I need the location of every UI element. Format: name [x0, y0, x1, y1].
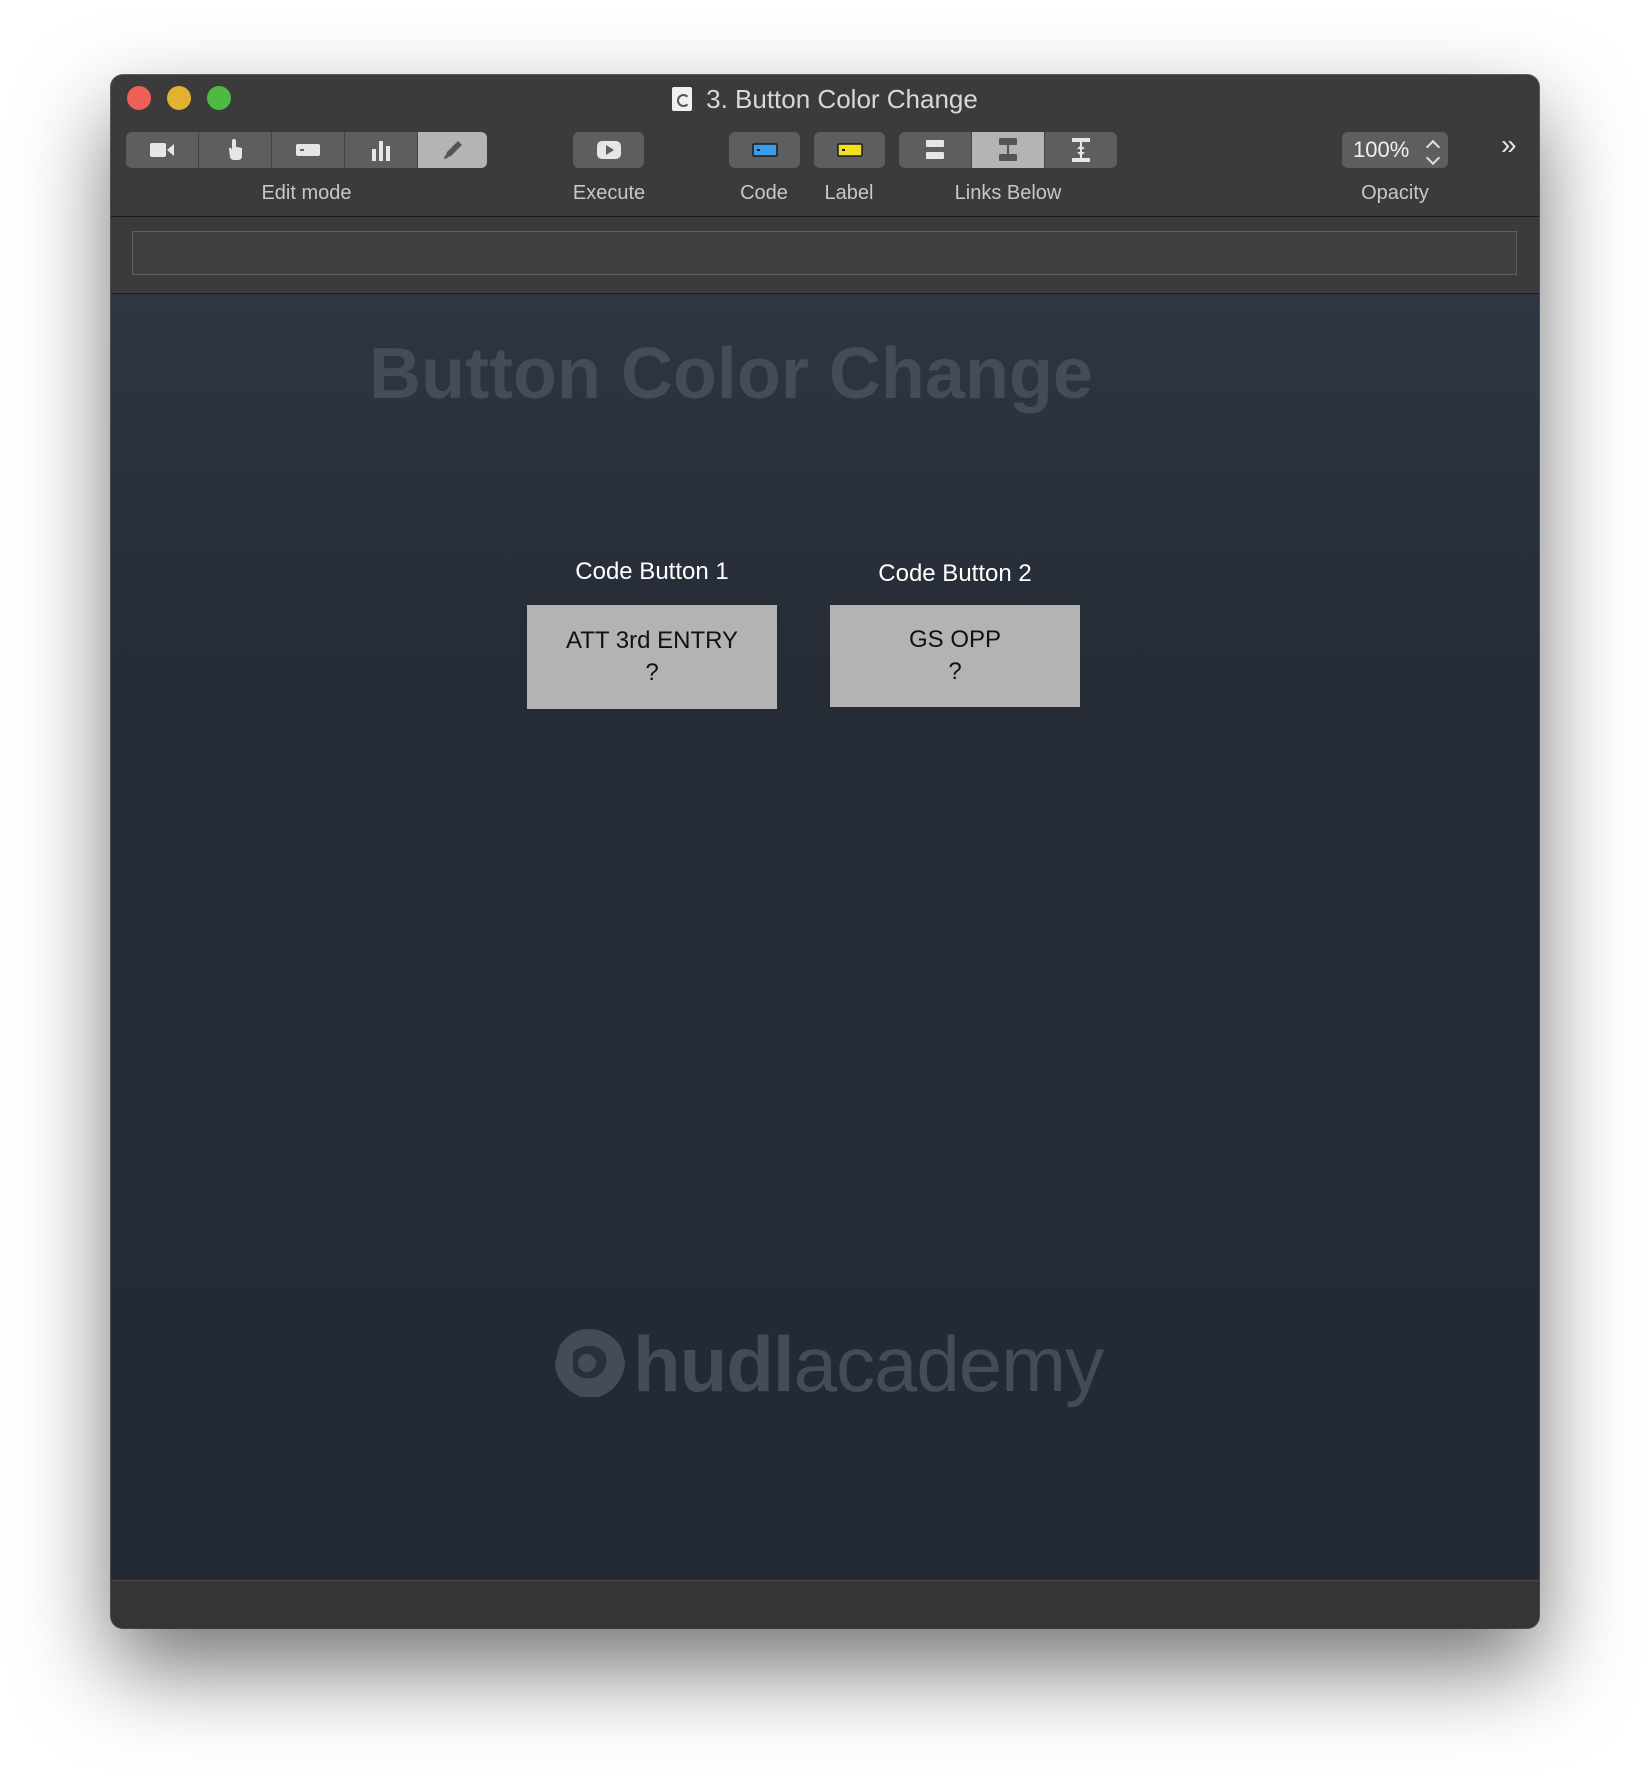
links-anchored-icon — [1072, 138, 1090, 162]
window-title: 3. Button Color Change — [111, 84, 1539, 114]
links-below-label: Links Below — [954, 182, 1062, 204]
label-label: Label — [824, 182, 874, 204]
canvas-title: Button Color Change — [369, 334, 1093, 414]
segment-links-anchored[interactable] — [1045, 132, 1117, 168]
edit-mode-segmented-control — [126, 132, 487, 168]
logo-wordmark: hudlacademy — [633, 1319, 1104, 1409]
app-window: 3. Button Color Change Edit mode Execute… — [111, 75, 1539, 1628]
code-button-1-line1: ATT 3rd ENTRY — [565, 627, 739, 654]
code-window-canvas: Button Color Change Code Button 1 ATT 3r… — [111, 294, 1539, 1580]
hudl-logo-mark-icon — [555, 1329, 625, 1397]
links-segmented-control — [899, 132, 1117, 168]
label-button-tool[interactable] — [814, 132, 885, 168]
bar-chart-icon — [372, 141, 390, 161]
code-button-2-line2: ? — [948, 658, 962, 685]
code-button-tool[interactable] — [729, 132, 800, 168]
execute-label: Execute — [572, 182, 646, 204]
stepper-arrows-icon[interactable] — [1425, 138, 1441, 165]
opacity-label: Opacity — [1361, 182, 1429, 204]
pencil-icon — [443, 141, 462, 159]
execute-button[interactable] — [573, 132, 644, 168]
segment-links-below[interactable] — [972, 132, 1045, 168]
hudl-academy-logo: hudlacademy — [551, 1319, 1104, 1409]
pointing-hand-icon — [229, 139, 242, 160]
logo-bold-text: hudl — [633, 1320, 795, 1408]
opacity-value: 100% — [1353, 137, 1410, 162]
code-button-1-caption: Code Button 1 — [575, 558, 729, 585]
edit-mode-label: Edit mode — [261, 182, 352, 204]
toolbar-overflow-button[interactable]: » — [1501, 129, 1516, 161]
button-shape-icon — [296, 144, 320, 156]
segment-edit-mode[interactable] — [418, 132, 487, 168]
opacity-stepper[interactable]: 100% — [1342, 132, 1448, 168]
code-button-2-caption: Code Button 2 — [878, 560, 1032, 587]
window-title-text: 3. Button Color Change — [706, 84, 978, 114]
logo-light-text: academy — [793, 1320, 1104, 1408]
code-button-2-line1: GS OPP — [908, 626, 1002, 653]
bottom-status-bar — [111, 1580, 1539, 1628]
segment-pointer-mode[interactable] — [199, 132, 272, 168]
segment-button-mode[interactable] — [272, 132, 345, 168]
segment-chart-mode[interactable] — [345, 132, 418, 168]
video-camera-icon — [150, 143, 174, 157]
segment-links-stacked[interactable] — [899, 132, 972, 168]
document-icon — [672, 87, 693, 111]
label-button-icon — [836, 143, 863, 157]
play-icon — [596, 141, 621, 159]
code-button-2[interactable]: GS OPP ? — [830, 605, 1080, 707]
code-button-1[interactable]: ATT 3rd ENTRY ? — [527, 605, 777, 709]
links-stacked-icon — [926, 140, 944, 159]
code-button-icon — [751, 143, 778, 157]
path-field[interactable] — [132, 231, 1517, 275]
code-button-1-line2: ? — [645, 659, 659, 686]
links-below-icon — [999, 138, 1017, 161]
path-bar — [111, 217, 1539, 294]
title-bar: 3. Button Color Change Edit mode Execute… — [111, 75, 1539, 217]
segment-video-mode[interactable] — [126, 132, 199, 168]
